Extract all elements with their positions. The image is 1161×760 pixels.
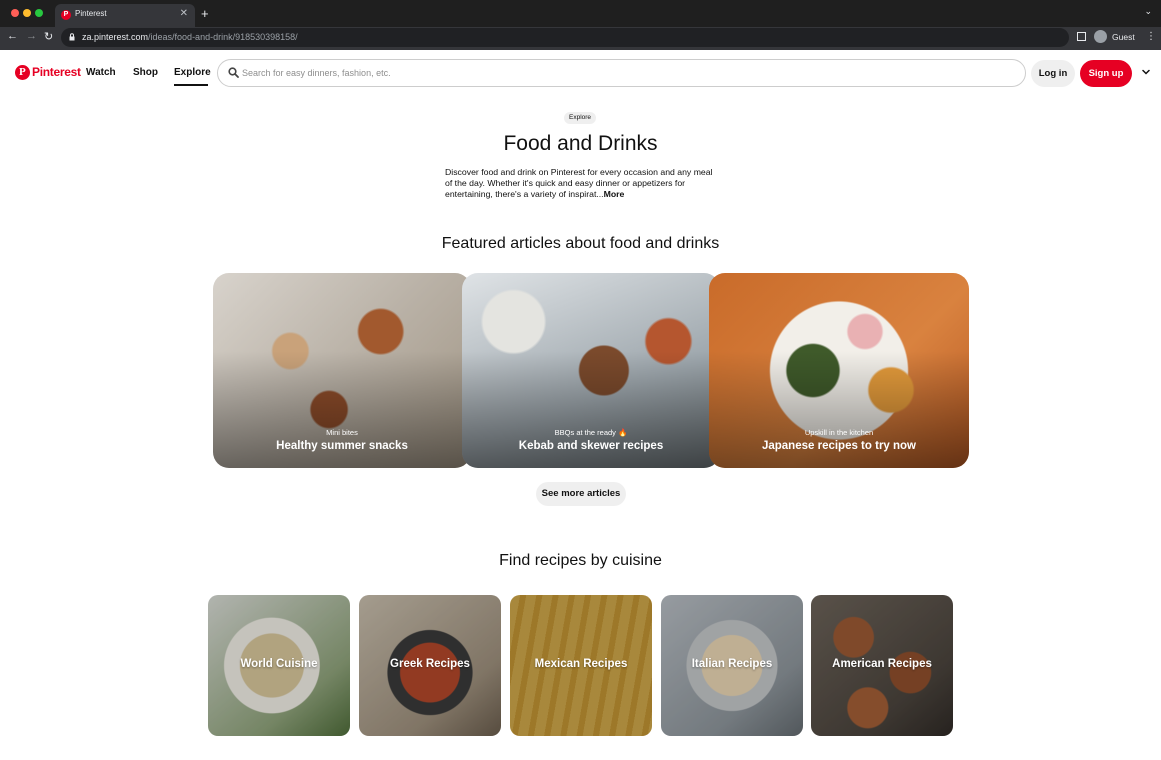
chevron-down-icon[interactable] bbox=[1141, 67, 1151, 77]
article-card[interactable]: Mini bites Healthy summer snacks bbox=[213, 273, 471, 468]
browser-tab[interactable]: P Pinterest ✕ bbox=[55, 4, 195, 27]
back-arrow-icon[interactable]: ← bbox=[7, 30, 18, 42]
more-menu-icon[interactable]: ⋮ bbox=[1146, 31, 1156, 42]
cuisine-label: Greek Recipes bbox=[390, 658, 470, 670]
cuisine-tile[interactable]: Italian Recipes bbox=[661, 595, 803, 736]
login-button[interactable]: Log in bbox=[1031, 60, 1075, 87]
nav-watch[interactable]: Watch bbox=[86, 67, 116, 78]
cuisine-label: Mexican Recipes bbox=[534, 658, 628, 670]
forward-arrow-icon[interactable]: → bbox=[26, 30, 37, 42]
profile-button[interactable]: Guest bbox=[1092, 29, 1139, 46]
profile-avatar-icon bbox=[1094, 30, 1107, 43]
description-text: Discover food and drink on Pinterest for… bbox=[445, 167, 713, 200]
more-link[interactable]: More bbox=[604, 189, 625, 199]
active-nav-underline bbox=[174, 84, 208, 86]
tab-close-icon[interactable]: ✕ bbox=[180, 8, 188, 19]
cuisine-tile[interactable]: American Recipes bbox=[811, 595, 953, 736]
article-headline: Healthy summer snacks bbox=[276, 440, 408, 452]
nav-shop[interactable]: Shop bbox=[133, 67, 158, 78]
cuisine-tile[interactable]: Greek Recipes bbox=[359, 595, 501, 736]
search-input[interactable] bbox=[242, 65, 942, 81]
maximize-window-button[interactable] bbox=[35, 9, 43, 17]
reload-icon[interactable]: ↻ bbox=[44, 30, 53, 43]
article-card[interactable]: BBQs at the ready 🔥 Kebab and skewer rec… bbox=[462, 273, 720, 468]
lock-icon bbox=[69, 33, 75, 41]
side-panel-icon[interactable] bbox=[1077, 32, 1086, 41]
address-bar-row: ← → ↻ za.pinterest.com/ideas/food-and-dr… bbox=[0, 27, 1161, 50]
pinterest-logo-icon[interactable] bbox=[15, 65, 30, 80]
browser-chrome: P Pinterest ✕ + ⌄ ← → ↻ za.pinterest.com… bbox=[0, 0, 1161, 50]
site-header: Pinterest Watch Shop Explore Log in Sign… bbox=[0, 50, 1161, 96]
tab-title: Pinterest bbox=[75, 9, 107, 18]
featured-section-title: Featured articles about food and drinks bbox=[441, 235, 720, 252]
url-host: za.pinterest.com bbox=[82, 32, 149, 42]
new-tab-button[interactable]: + bbox=[201, 6, 209, 21]
tab-search-chevron-icon[interactable]: ⌄ bbox=[1144, 6, 1152, 17]
url-path: /ideas/food-and-drink/918530398158/ bbox=[148, 32, 298, 42]
tab-strip: P Pinterest ✕ + ⌄ bbox=[0, 0, 1161, 27]
cuisine-label: Italian Recipes bbox=[691, 658, 773, 670]
cuisine-label: World Cuisine bbox=[240, 658, 318, 670]
logo-wordmark[interactable]: Pinterest bbox=[32, 65, 81, 79]
page-title: Food and Drinks bbox=[503, 132, 658, 155]
breadcrumb[interactable]: Explore bbox=[564, 112, 597, 124]
pinterest-favicon-icon: P bbox=[61, 10, 71, 20]
article-kicker: Mini bites bbox=[326, 428, 358, 437]
url-text: za.pinterest.com/ideas/food-and-drink/91… bbox=[82, 32, 298, 42]
search-bar[interactable] bbox=[217, 59, 1026, 87]
profile-label: Guest bbox=[1112, 32, 1135, 42]
article-kicker: BBQs at the ready 🔥 bbox=[554, 428, 628, 437]
signup-button[interactable]: Sign up bbox=[1080, 60, 1132, 87]
omnibox[interactable]: za.pinterest.com/ideas/food-and-drink/91… bbox=[61, 28, 1069, 47]
article-kicker: Upskill in the kitchen bbox=[804, 428, 874, 437]
minimize-window-button[interactable] bbox=[23, 9, 31, 17]
page-description: Discover food and drink on Pinterest for… bbox=[445, 167, 721, 201]
close-window-button[interactable] bbox=[11, 9, 19, 17]
article-card[interactable]: Upskill in the kitchen Japanese recipes … bbox=[709, 273, 969, 468]
search-icon bbox=[228, 67, 239, 78]
article-headline: Kebab and skewer recipes bbox=[518, 440, 664, 452]
cuisine-section-title: Find recipes by cuisine bbox=[499, 552, 662, 569]
see-more-articles-button[interactable]: See more articles bbox=[536, 482, 626, 506]
nav-explore[interactable]: Explore bbox=[174, 67, 211, 78]
cuisine-tile[interactable]: Mexican Recipes bbox=[510, 595, 652, 736]
cuisine-label: American Recipes bbox=[832, 658, 932, 670]
cuisine-tile[interactable]: World Cuisine bbox=[208, 595, 350, 736]
article-headline: Japanese recipes to try now bbox=[761, 440, 917, 452]
